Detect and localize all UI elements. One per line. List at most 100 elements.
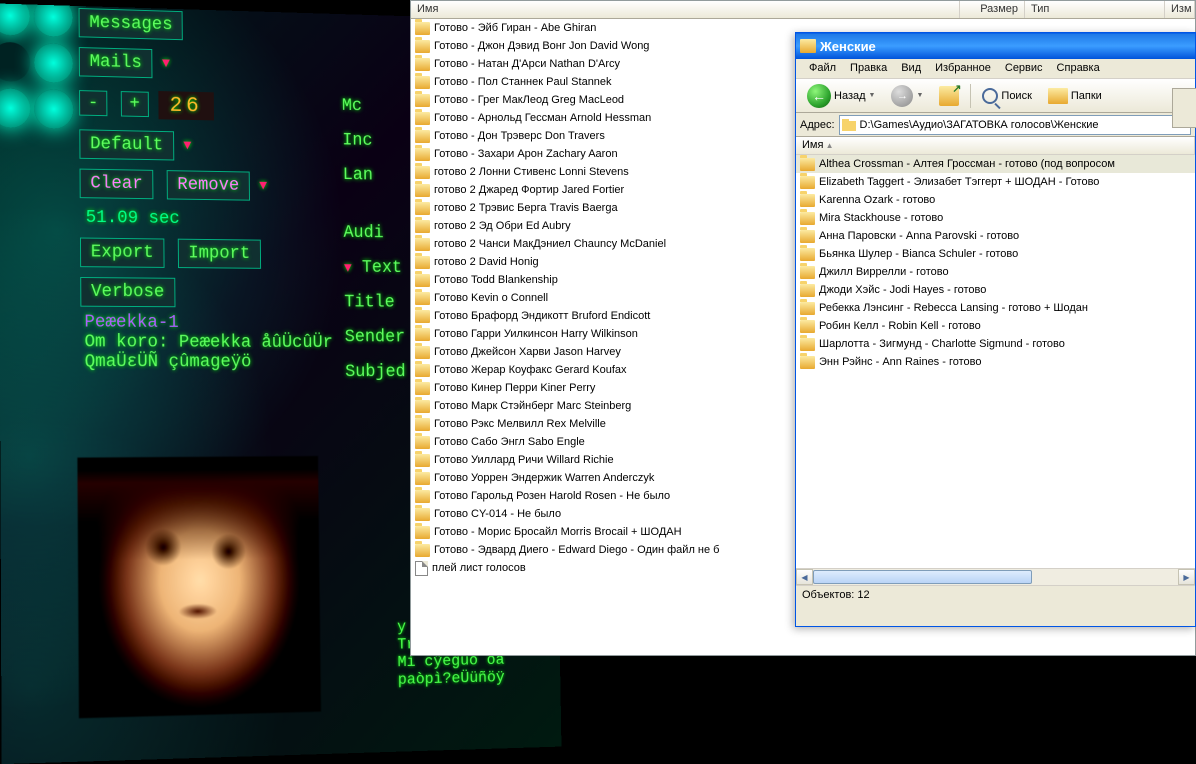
folder-icon xyxy=(415,310,430,323)
forward-icon: → xyxy=(891,85,913,107)
search-icon xyxy=(982,88,998,104)
folder-icon xyxy=(800,338,815,351)
statusbar: Объектов: 12 xyxy=(796,585,1195,605)
folders-icon xyxy=(1048,88,1068,104)
messages-button[interactable]: Messages xyxy=(79,8,184,40)
menu-item[interactable]: Сервис xyxy=(998,59,1050,78)
folder-icon xyxy=(415,40,430,53)
window-title: Женские xyxy=(820,39,876,54)
verbose-button[interactable]: Verbose xyxy=(80,277,175,307)
up-button[interactable] xyxy=(932,82,966,110)
col-name: Имя xyxy=(411,1,960,18)
scroll-thumb[interactable] xyxy=(813,570,1032,584)
character-portrait xyxy=(77,456,321,718)
folder-icon xyxy=(800,248,815,261)
scrollbar[interactable]: ◀ ▶ xyxy=(796,568,1195,585)
folder-icon xyxy=(800,356,815,369)
folder-icon xyxy=(800,284,815,297)
default-button[interactable]: Default xyxy=(79,129,174,160)
folder-icon xyxy=(415,508,430,521)
list-item[interactable]: Elizabeth Taggert - Элизабет Тэггерт + Ш… xyxy=(796,173,1195,191)
list-item[interactable]: Karenna Ozark - готово xyxy=(796,191,1195,209)
folder-icon xyxy=(800,230,815,243)
menu-item[interactable]: Справка xyxy=(1050,59,1107,78)
folder-icon xyxy=(415,382,430,395)
folder-icon xyxy=(800,194,815,207)
titlebar[interactable]: Женские xyxy=(796,33,1195,59)
folder-icon xyxy=(415,454,430,467)
folder-icon xyxy=(415,328,430,341)
list-item[interactable]: Althea Crossman - Алтея Гроссман - готов… xyxy=(796,155,1195,173)
message-from: Om koro: Peæekka åûÜcûÜr xyxy=(84,332,373,352)
list-item[interactable]: Анна Паровски - Anna Parovski - готово xyxy=(796,227,1195,245)
list-item[interactable]: Mira Stackhouse - готово xyxy=(796,209,1195,227)
folder-icon xyxy=(415,274,430,287)
menu-item[interactable]: Правка xyxy=(843,59,894,78)
arrow-down-icon: ▼ xyxy=(162,56,170,72)
menu-item[interactable]: Файл xyxy=(802,59,843,78)
col-changed: Изм xyxy=(1165,1,1195,18)
col-name: Имя xyxy=(796,137,1195,154)
clear-button[interactable]: Clear xyxy=(80,169,154,200)
folder-icon xyxy=(415,184,430,197)
explorer-window-female[interactable]: Женские ФайлПравкаВидИзбранноеСервисСпра… xyxy=(795,32,1196,627)
remove-button[interactable]: Remove xyxy=(167,170,250,201)
back-button[interactable]: ← Назад ▼ xyxy=(800,80,882,112)
mails-button[interactable]: Mails xyxy=(79,47,153,78)
file-icon xyxy=(415,561,428,576)
folder-icon xyxy=(415,256,430,269)
folder-icon xyxy=(415,148,430,161)
folder-icon xyxy=(800,320,815,333)
scroll-left-icon[interactable]: ◀ xyxy=(796,569,813,585)
folder-icon xyxy=(800,302,815,315)
search-button[interactable]: Поиск xyxy=(975,84,1038,108)
folder-icon xyxy=(415,220,430,233)
folder-icon xyxy=(415,544,430,557)
folder-icon xyxy=(415,364,430,377)
list-item[interactable]: Шарлотта - Зигмунд - Charlotte Sigmund -… xyxy=(796,335,1195,353)
folder-icon xyxy=(415,238,430,251)
folder-icon xyxy=(415,112,430,125)
import-button[interactable]: Import xyxy=(178,239,261,269)
folder-icon xyxy=(415,166,430,179)
column-headers[interactable]: Имя Размер Тип Изм xyxy=(411,1,1195,19)
message-line: QmaÜεÜÑ çûmageÿö xyxy=(85,352,374,372)
list-item[interactable]: Ребекка Лэнсинг - Rebecca Lansing - гото… xyxy=(796,299,1195,317)
folder-icon xyxy=(800,158,815,171)
minus-button[interactable]: - xyxy=(79,90,107,116)
folder-icon xyxy=(800,266,815,279)
back-icon: ← xyxy=(807,84,831,108)
timer: 51.09 sec xyxy=(86,208,362,231)
address-input[interactable] xyxy=(839,115,1191,135)
folder-icon xyxy=(415,292,430,305)
list-item[interactable]: Бьянка Шулер - Bianca Schuler - готово xyxy=(796,245,1195,263)
folder-icon xyxy=(415,22,430,35)
folder-icon xyxy=(800,212,815,225)
folder-icon xyxy=(415,472,430,485)
counter: 26 xyxy=(158,91,214,120)
up-icon xyxy=(939,86,959,106)
folder-icon xyxy=(415,490,430,503)
menubar[interactable]: ФайлПравкаВидИзбранноеСервисСправка xyxy=(796,59,1195,79)
scroll-right-icon[interactable]: ▶ xyxy=(1178,569,1195,585)
menu-item[interactable]: Вид xyxy=(894,59,928,78)
col-type: Тип xyxy=(1025,1,1165,18)
list-item[interactable]: Робин Келл - Robin Kell - готово xyxy=(796,317,1195,335)
export-button[interactable]: Export xyxy=(80,238,164,268)
folder-icon xyxy=(800,39,816,53)
folder-icon xyxy=(415,94,430,107)
menu-item[interactable]: Избранное xyxy=(928,59,998,78)
folders-button[interactable]: Папки xyxy=(1041,84,1109,108)
col-size: Размер xyxy=(960,1,1025,18)
folder-icon xyxy=(415,526,430,539)
list-item[interactable]: Джоди Хэйс - Jodi Hayes - готово xyxy=(796,281,1195,299)
partial-window xyxy=(1172,88,1196,128)
folder-icon xyxy=(415,400,430,413)
forward-button[interactable]: → ▼ xyxy=(884,81,930,111)
folder-icon xyxy=(415,58,430,71)
column-headers[interactable]: Имя xyxy=(796,137,1195,155)
file-list[interactable]: Althea Crossman - Алтея Гроссман - готов… xyxy=(796,155,1195,585)
list-item[interactable]: Энн Рэйнс - Ann Raines - готово xyxy=(796,353,1195,371)
list-item[interactable]: Джилл Виррелли - готово xyxy=(796,263,1195,281)
plus-button[interactable]: + xyxy=(121,91,149,117)
